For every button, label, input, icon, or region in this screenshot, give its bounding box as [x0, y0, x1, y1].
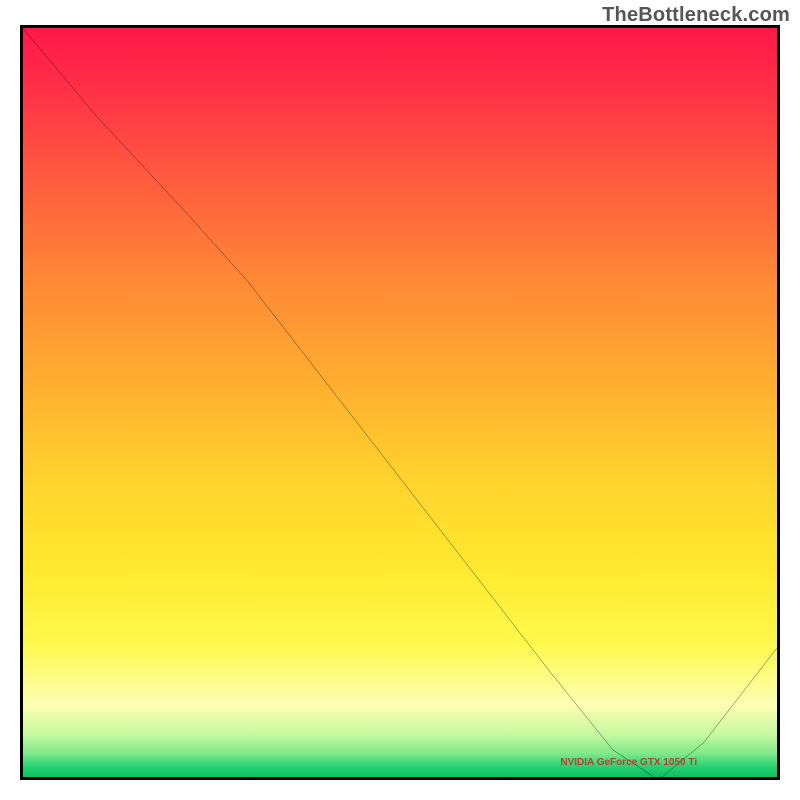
- chart-svg: [20, 25, 780, 780]
- chart-container: NVIDIA GeForce GTX 1050 Ti: [20, 25, 780, 780]
- optimal-gpu-label: NVIDIA GeForce GTX 1050 Ti: [560, 757, 697, 768]
- watermark-text: TheBottleneck.com: [602, 4, 790, 27]
- bottleneck-curve: [20, 25, 780, 780]
